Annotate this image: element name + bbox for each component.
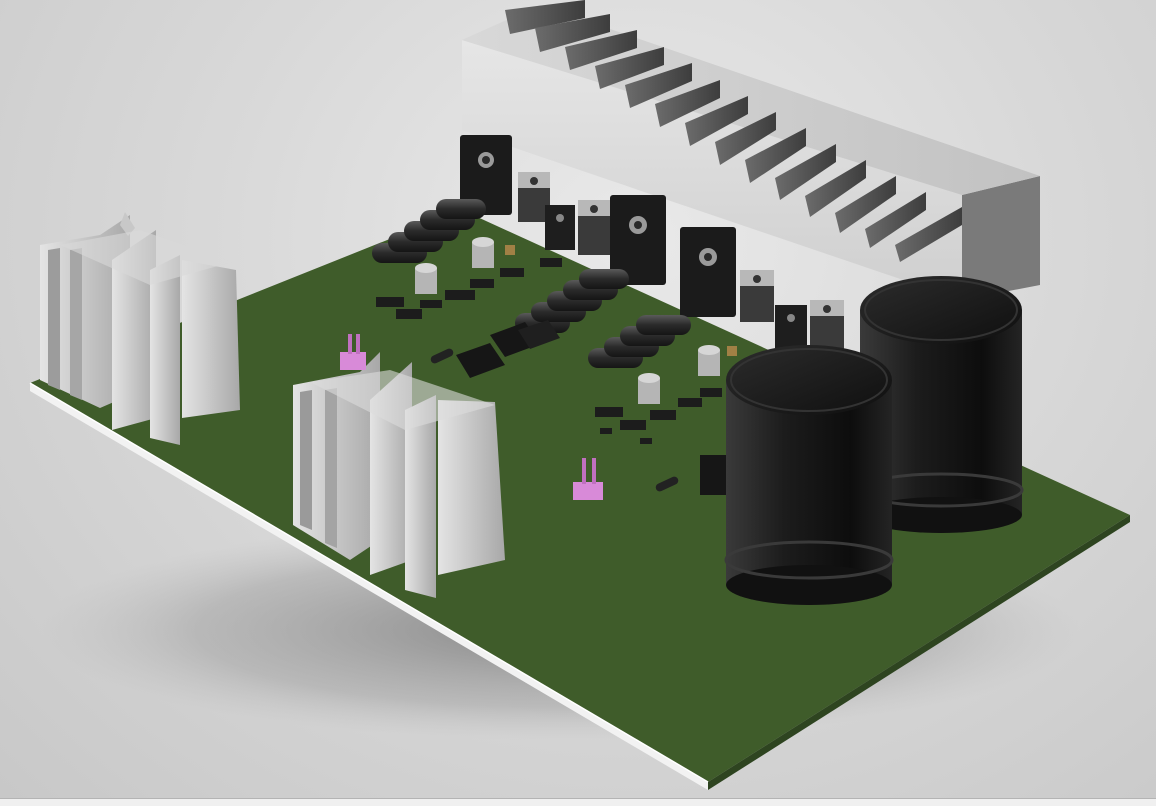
transistor-q3 xyxy=(545,205,575,250)
transistor-q9 xyxy=(810,300,844,352)
filter-capacitor-front xyxy=(724,345,894,605)
transistor-q4 xyxy=(578,200,610,255)
pcb-3d-scene xyxy=(29,0,1130,790)
transistor-q8 xyxy=(775,305,807,350)
3d-viewport[interactable] xyxy=(0,0,1156,798)
transistor-q7 xyxy=(740,270,774,322)
transistor-q6 xyxy=(680,227,736,317)
